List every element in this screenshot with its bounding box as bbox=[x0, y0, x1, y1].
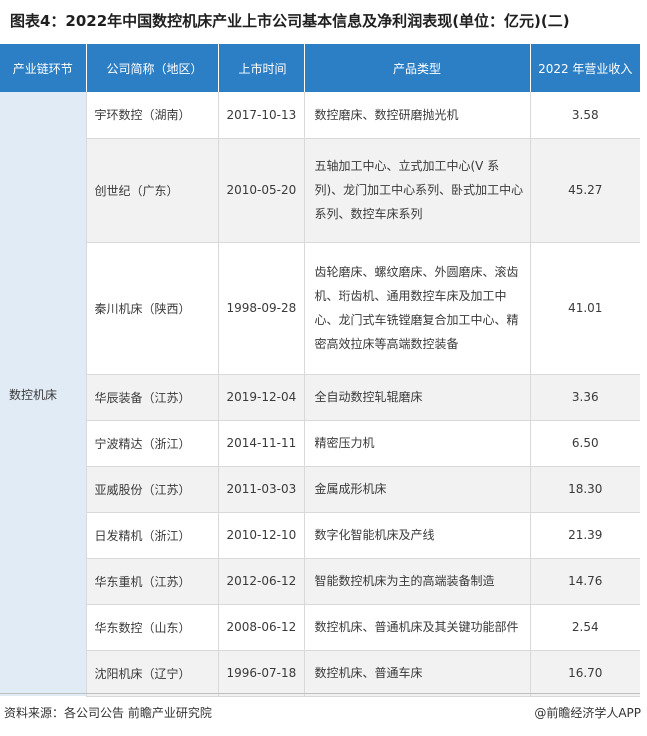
company-cell: 沈阳机床（辽宁） bbox=[86, 650, 219, 697]
product-cell: 数控磨床、数控研磨抛光机 bbox=[304, 92, 531, 139]
product-cell: 全自动数控轧辊磨床 bbox=[304, 374, 531, 421]
figure-title: 图表4：2022年中国数控机床产业上市公司基本信息及净利润表现(单位：亿元)(二… bbox=[10, 12, 570, 30]
revenue-cell: 45.27 bbox=[530, 138, 640, 243]
company-cell: 秦川机床（陕西） bbox=[86, 242, 219, 375]
product-cell: 金属成形机床 bbox=[304, 466, 531, 513]
date-cell: 2019-12-04 bbox=[218, 374, 305, 421]
footer-divider bbox=[0, 693, 640, 694]
date-cell: 2017-10-13 bbox=[218, 92, 305, 139]
product-cell: 智能数控机床为主的高端装备制造 bbox=[304, 558, 531, 605]
company-cell: 华东重机（江苏） bbox=[86, 558, 219, 605]
date-cell: 2014-11-11 bbox=[218, 420, 305, 467]
table-row: 华辰装备（江苏） 2019-12-04 全自动数控轧辊磨床 3.36 bbox=[0, 374, 640, 421]
header-segment: 产业链环节 bbox=[0, 44, 87, 92]
product-cell: 五轴加工中心、立式加工中心(V 系列)、龙门加工中心系列、卧式加工中心系列、数控… bbox=[304, 138, 531, 243]
company-table: 产业链环节 公司简称（地区） 上市时间 产品类型 2022 年营业收入 数控机床… bbox=[0, 44, 640, 697]
date-cell: 1998-09-28 bbox=[218, 242, 305, 375]
company-table-container: 产业链环节 公司简称（地区） 上市时间 产品类型 2022 年营业收入 数控机床… bbox=[0, 44, 640, 697]
table-row: 日发精机（浙江） 2010-12-10 数字化智能机床及产线 21.39 bbox=[0, 512, 640, 559]
header-listing-date: 上市时间 bbox=[218, 44, 305, 92]
date-cell: 2011-03-03 bbox=[218, 466, 305, 513]
date-cell: 2008-06-12 bbox=[218, 604, 305, 651]
table-header-row: 产业链环节 公司简称（地区） 上市时间 产品类型 2022 年营业收入 bbox=[0, 44, 640, 92]
product-cell: 数控机床、普通车床 bbox=[304, 650, 531, 697]
table-row: 华东数控（山东） 2008-06-12 数控机床、普通机床及其关键功能部件 2.… bbox=[0, 604, 640, 651]
table-row: 创世纪（广东） 2010-05-20 五轴加工中心、立式加工中心(V 系列)、龙… bbox=[0, 138, 640, 243]
revenue-cell: 3.58 bbox=[530, 92, 640, 139]
company-cell: 日发精机（浙江） bbox=[86, 512, 219, 559]
segment-cell: 数控机床 bbox=[0, 92, 87, 696]
revenue-cell: 6.50 bbox=[530, 420, 640, 467]
table-row: 秦川机床（陕西） 1998-09-28 齿轮磨床、螺纹磨床、外圆磨床、滚齿机、珩… bbox=[0, 242, 640, 375]
revenue-cell: 16.70 bbox=[530, 650, 640, 697]
company-cell: 亚威股份（江苏） bbox=[86, 466, 219, 513]
date-cell: 2012-06-12 bbox=[218, 558, 305, 605]
product-cell: 齿轮磨床、螺纹磨床、外圆磨床、滚齿机、珩齿机、通用数控车床及加工中心、龙门式车铣… bbox=[304, 242, 531, 375]
product-cell: 数字化智能机床及产线 bbox=[304, 512, 531, 559]
brand-credit: @前瞻经济学人APP bbox=[534, 706, 641, 720]
table-row: 数控机床 宇环数控（湖南） 2017-10-13 数控磨床、数控研磨抛光机 3.… bbox=[0, 92, 640, 696]
company-cell: 创世纪（广东） bbox=[86, 138, 219, 243]
table-row: 宁波精达（浙江） 2014-11-11 精密压力机 6.50 bbox=[0, 420, 640, 467]
revenue-cell: 2.54 bbox=[530, 604, 640, 651]
table-row: 沈阳机床（辽宁） 1996-07-18 数控机床、普通车床 16.70 bbox=[0, 650, 640, 697]
revenue-cell: 21.39 bbox=[530, 512, 640, 559]
table-row: 华东重机（江苏） 2012-06-12 智能数控机床为主的高端装备制造 14.7… bbox=[0, 558, 640, 605]
table-row: 亚威股份（江苏） 2011-03-03 金属成形机床 18.30 bbox=[0, 466, 640, 513]
date-cell: 1996-07-18 bbox=[218, 650, 305, 697]
header-company: 公司简称（地区） bbox=[86, 44, 219, 92]
company-cell: 宁波精达（浙江） bbox=[86, 420, 219, 467]
source-note: 资料来源：各公司公告 前瞻产业研究院 bbox=[4, 706, 212, 720]
product-cell: 精密压力机 bbox=[304, 420, 531, 467]
product-cell: 数控机床、普通机床及其关键功能部件 bbox=[304, 604, 531, 651]
revenue-cell: 14.76 bbox=[530, 558, 640, 605]
company-cell: 华辰装备（江苏） bbox=[86, 374, 219, 421]
company-cell: 华东数控（山东） bbox=[86, 604, 219, 651]
revenue-cell: 41.01 bbox=[530, 242, 640, 375]
revenue-cell: 3.36 bbox=[530, 374, 640, 421]
header-revenue: 2022 年营业收入 bbox=[530, 44, 640, 92]
company-cell: 宇环数控（湖南） bbox=[86, 92, 219, 139]
date-cell: 2010-12-10 bbox=[218, 512, 305, 559]
date-cell: 2010-05-20 bbox=[218, 138, 305, 243]
header-product-type: 产品类型 bbox=[304, 44, 531, 92]
revenue-cell: 18.30 bbox=[530, 466, 640, 513]
